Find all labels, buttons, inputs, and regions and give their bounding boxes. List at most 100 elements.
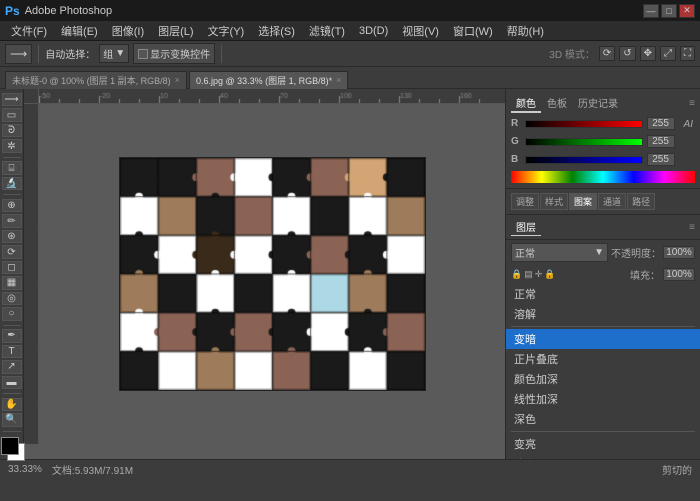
lock-pixels-icon[interactable]: ▤ xyxy=(524,269,533,280)
3d-slide-button[interactable]: ⤢ xyxy=(660,46,676,61)
blend-mode-item-1[interactable]: 溶解 xyxy=(506,304,700,324)
opacity-value[interactable]: 100% xyxy=(663,246,695,259)
layers-panel: 图层 ≡ 正常 ▼ 不透明度： 100% 🔒 ▤ xyxy=(506,215,700,459)
g-label: G xyxy=(511,136,521,147)
magic-wand-icon[interactable]: ✲ xyxy=(2,139,22,152)
eraser-icon[interactable]: ◻ xyxy=(2,261,22,274)
minimize-button[interactable]: — xyxy=(643,4,659,18)
zoom-tool-icon[interactable]: 🔍 xyxy=(2,413,22,426)
auto-select-dropdown[interactable]: 组 ▼ xyxy=(99,44,129,63)
3d-pan-button[interactable]: ✥ xyxy=(640,46,656,61)
tab2-close-icon[interactable]: × xyxy=(336,75,341,85)
b-slider[interactable] xyxy=(525,156,643,164)
hand-tool-icon[interactable]: ✋ xyxy=(2,398,22,411)
canvas-tab-2[interactable]: 0.6.jpg @ 33.3% (图层 1, RGB/8)* × xyxy=(189,71,348,89)
b-value[interactable]: 255 xyxy=(647,153,675,166)
tab-swatches[interactable]: 色板 xyxy=(542,94,572,113)
g-slider[interactable] xyxy=(525,138,643,146)
menu-item-t[interactable]: 滤镜(T) xyxy=(303,21,351,41)
move-tool-icon[interactable]: ⟶ xyxy=(2,93,22,106)
canvas-container[interactable] xyxy=(39,104,505,444)
adj-tab-adjustments[interactable]: 调整 xyxy=(511,193,539,210)
foreground-color[interactable] xyxy=(1,437,19,455)
blend-separator-1 xyxy=(511,326,695,327)
tab-layers[interactable]: 图层 xyxy=(511,218,541,236)
crop-tool-icon[interactable]: ⌸ xyxy=(2,161,22,174)
puzzle-canvas[interactable] xyxy=(119,157,426,391)
maximize-button[interactable]: □ xyxy=(661,4,677,18)
spot-heal-icon[interactable]: ⊕ xyxy=(2,199,22,212)
adj-tab-styles[interactable]: 样式 xyxy=(540,193,568,210)
menu-item-i[interactable]: 图像(I) xyxy=(106,21,150,41)
fill-value[interactable]: 100% xyxy=(663,268,695,281)
blend-mode-item-6[interactable]: 深色 xyxy=(506,409,700,429)
type-tool-icon[interactable]: T xyxy=(2,345,22,358)
3d-scale-button[interactable]: ⛶ xyxy=(680,46,695,61)
blend-mode-dropdown[interactable]: 正常 ▼ xyxy=(511,243,608,262)
adj-tab-pattern[interactable]: 图案 xyxy=(569,193,597,210)
tab1-close-icon[interactable]: × xyxy=(175,75,180,85)
left-ruler-canvas xyxy=(24,104,39,444)
fg-bg-colors[interactable] xyxy=(1,437,23,455)
lock-position-icon[interactable]: ✛ xyxy=(535,269,543,280)
title-bar-left: Ps Adobe Photoshop xyxy=(5,4,112,18)
tab-color[interactable]: 颜色 xyxy=(511,94,541,113)
panel-options-icon[interactable]: ≡ xyxy=(689,98,695,109)
menu-item-f[interactable]: 文件(F) xyxy=(5,21,53,41)
toolbar-separator-2 xyxy=(221,45,222,63)
eyedropper-icon[interactable]: 🔬 xyxy=(2,177,22,190)
lock-icons: 🔒 ▤ ✛ 🔒 xyxy=(511,269,556,280)
blend-mode-item-7[interactable]: 变亮 xyxy=(506,434,700,454)
left-ruler xyxy=(24,104,39,444)
show-controls-checkbox[interactable]: 显示变换控件 xyxy=(133,43,215,64)
blend-mode-item-5[interactable]: 线性加深 xyxy=(506,389,700,409)
move-tool-button[interactable]: ⟶ xyxy=(5,44,32,64)
path-select-icon[interactable]: ↗ xyxy=(2,360,22,373)
window-controls[interactable]: — □ ✕ xyxy=(643,4,695,18)
r-slider[interactable] xyxy=(525,120,643,128)
menu-item-v[interactable]: 视图(V) xyxy=(396,21,445,41)
clone-stamp-icon[interactable]: ⊛ xyxy=(2,230,22,243)
menu-item-e[interactable]: 编辑(E) xyxy=(55,21,104,41)
blend-mode-item-2[interactable]: 变暗 xyxy=(506,329,700,349)
show-controls-label: 显示变换控件 xyxy=(150,46,210,61)
tab-history[interactable]: 历史记录 xyxy=(573,94,623,113)
shape-tool-icon[interactable]: ▬ xyxy=(2,376,22,389)
brush-tool-icon[interactable]: ✏ xyxy=(2,214,22,227)
b-label: B xyxy=(511,154,521,165)
tab1-label: 未标题-0 @ 100% (图层 1 副本, RGB/8) xyxy=(12,74,171,87)
menu-item-s[interactable]: 选择(S) xyxy=(252,21,301,41)
blend-mode-item-8[interactable]: 滤色 xyxy=(506,454,700,459)
lock-all-icon[interactable]: 🔒 xyxy=(544,269,555,280)
color-panel-header: 颜色 色板 历史记录 ≡ xyxy=(511,94,695,113)
layers-options-icon[interactable]: ≡ xyxy=(689,222,695,233)
marquee-tool-icon[interactable]: ▭ xyxy=(2,108,22,121)
r-value[interactable]: 255 xyxy=(647,117,675,130)
close-button[interactable]: ✕ xyxy=(679,4,695,18)
menu-item-h[interactable]: 帮助(H) xyxy=(501,21,550,41)
blend-mode-item-3[interactable]: 正片叠底 xyxy=(506,349,700,369)
canvas-tab-1[interactable]: 未标题-0 @ 100% (图层 1 副本, RGB/8) × xyxy=(5,71,187,89)
pen-tool-icon[interactable]: ✒ xyxy=(2,329,22,342)
color-spectrum[interactable] xyxy=(511,171,695,183)
menu-item-l[interactable]: 图层(L) xyxy=(152,21,199,41)
history-brush-icon[interactable]: ⟳ xyxy=(2,245,22,258)
blend-mode-item-0[interactable]: 正常 xyxy=(506,284,700,304)
menu-item-dd[interactable]: 3D(D) xyxy=(353,23,394,39)
top-ruler xyxy=(39,89,505,104)
lasso-tool-icon[interactable]: ᘒ xyxy=(2,124,22,137)
menu-item-y[interactable]: 文字(Y) xyxy=(202,21,251,41)
blur-tool-icon[interactable]: ◎ xyxy=(2,292,22,305)
document-size: 文档:5.93M/7.91M xyxy=(52,462,133,477)
menu-item-w[interactable]: 窗口(W) xyxy=(447,21,499,41)
adj-tab-channels[interactable]: 通道 xyxy=(598,193,626,210)
blend-mode-item-4[interactable]: 颜色加深 xyxy=(506,369,700,389)
lock-icon[interactable]: 🔒 xyxy=(511,269,522,280)
adj-tab-paths[interactable]: 路径 xyxy=(627,193,655,210)
gradient-tool-icon[interactable]: ▦ xyxy=(2,276,22,289)
3d-rotate-button[interactable]: ⟳ xyxy=(599,46,615,61)
g-value[interactable]: 255 xyxy=(647,135,675,148)
3d-roll-button[interactable]: ↺ xyxy=(619,46,635,61)
dodge-tool-icon[interactable]: ○ xyxy=(2,307,22,320)
toolbar-separator xyxy=(38,45,39,63)
